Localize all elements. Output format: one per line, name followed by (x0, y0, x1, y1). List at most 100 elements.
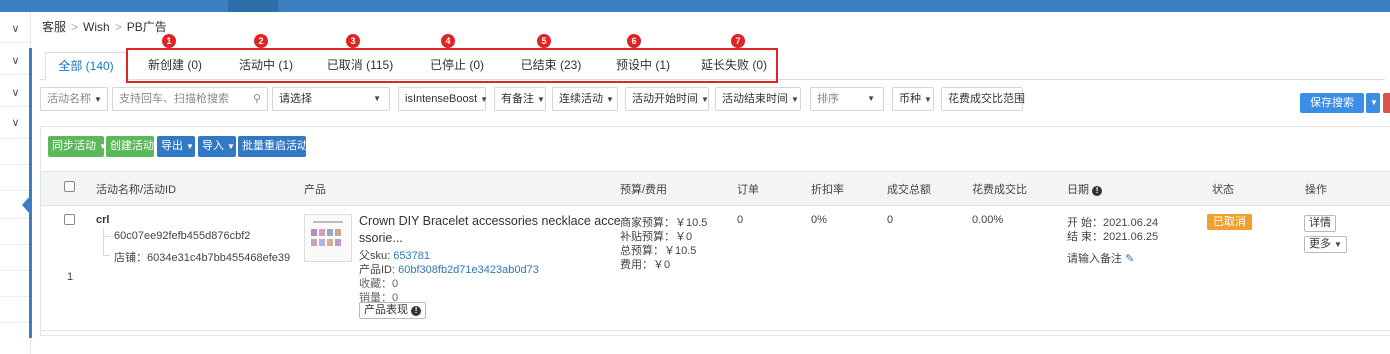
divider (0, 322, 31, 323)
product-title-cont: ssorie... (359, 231, 403, 245)
date-column-header: 日期 ! (1067, 181, 1103, 197)
tree-line (103, 255, 110, 256)
currency-dropdown[interactable]: 币种 ▼ (892, 87, 934, 111)
product-thumbnail[interactable] (304, 214, 352, 262)
campaign-id: 60c07ee92fefb455d876cbf2 (114, 230, 251, 242)
edit-icon[interactable]: ✎ (1125, 253, 1134, 265)
column-header: 成交总额 (887, 184, 931, 196)
tab-all[interactable]: 全部 (140) (45, 52, 127, 80)
breadcrumb-item: PB广告 (126, 20, 167, 34)
caret-down-icon: ▼ (924, 95, 932, 104)
table-header (41, 171, 1390, 206)
row-checkbox[interactable] (64, 214, 75, 225)
annotation-number: 2 (254, 34, 268, 48)
divider (0, 42, 31, 43)
select-dropdown[interactable]: 请选择 ▼ (272, 87, 390, 111)
note-input[interactable]: 请输入备注 ✎ (1067, 250, 1134, 266)
column-header: 状态 (1212, 184, 1234, 196)
breadcrumb-separator: > (71, 20, 79, 34)
dropdown-label: 活动开始时间 (632, 93, 698, 105)
red-action-button[interactable] (1383, 93, 1390, 113)
button-label: 更多 (1309, 238, 1331, 250)
info-icon: ! (411, 306, 422, 316)
end-time-dropdown[interactable]: 活动结束时间 ▼ (715, 87, 801, 111)
sync-campaign-button[interactable]: 同步活动 ▼ (48, 136, 107, 157)
batch-restart-button[interactable]: 批量重启活动 (238, 136, 308, 157)
dropdown-label: 有备注 (501, 93, 534, 105)
dropdown-label: 活动结束时间 (722, 93, 788, 105)
column-header: 折扣率 (811, 184, 844, 196)
more-dropdown[interactable]: 更多 ▼ (1304, 236, 1347, 253)
info-icon[interactable]: ! (1092, 186, 1103, 196)
details-button[interactable]: 详情 (1304, 215, 1336, 232)
has-note-dropdown[interactable]: 有备注 ▼ (494, 87, 546, 111)
divider (0, 218, 31, 219)
sidebar-collapse-bar (29, 48, 32, 338)
breadcrumb-separator: > (114, 20, 122, 34)
caret-down-icon: ▼ (701, 95, 709, 104)
search-input[interactable]: 支持回车、扫描枪搜索 ⚲ (112, 87, 268, 111)
intense-boost-dropdown[interactable]: isIntenseBoost ▼ (398, 87, 489, 111)
search-icon[interactable]: ⚲ (253, 88, 261, 110)
save-search-caret[interactable]: ▼ (1366, 93, 1380, 113)
campaign-name-dropdown[interactable]: 活动名称 ▼ (40, 87, 108, 111)
product-performance-button[interactable]: 产品表现 ! (359, 302, 427, 319)
top-navbar (0, 0, 1390, 12)
tree-line (103, 236, 110, 237)
product-image (311, 221, 343, 246)
end-date: 结 束：2021.06.25 (1067, 231, 1159, 243)
breadcrumb-item[interactable]: Wish (83, 20, 110, 34)
save-search-button[interactable]: 保存搜索 (1300, 93, 1364, 113)
product-title: Crown DIY Bracelet accessories necklace … (359, 214, 621, 228)
dropdown-label: isIntenseBoost (405, 93, 478, 105)
select-all-checkbox[interactable] (64, 181, 75, 192)
chevron-down-icon[interactable]: ∨ (0, 54, 31, 67)
caret-down-icon: ▼ (1334, 240, 1342, 249)
caret-down-icon: ▼ (537, 95, 545, 104)
caret-down-icon: ▼ (606, 95, 614, 104)
tree-line (103, 228, 104, 255)
column-header: 产品 (304, 184, 326, 196)
caret-down-icon: ▼ (373, 94, 381, 103)
caret-down-icon: ▼ (480, 95, 489, 104)
dropdown-label: 连续活动 (559, 93, 603, 105)
product-id-link[interactable]: 60bf308fb2d71e3423ab0d73 (398, 264, 539, 276)
top-nav-active-item[interactable] (228, 0, 278, 12)
sort-dropdown[interactable]: 排序 ▼ (810, 87, 884, 111)
select-label: 请选择 (279, 93, 312, 105)
caret-down-icon: ▼ (186, 142, 194, 151)
discount-value: 0% (811, 214, 827, 226)
export-button[interactable]: 导出 ▼ (157, 136, 195, 157)
divider (0, 190, 31, 191)
divider (0, 296, 31, 297)
chevron-down-icon[interactable]: ∨ (0, 86, 31, 99)
store-id: 店铺：6034e31c4b7bb455468efe39 (114, 252, 291, 264)
button-label: 导入 (202, 140, 224, 152)
column-header: 活动名称/活动ID (96, 184, 177, 196)
caret-down-icon: ▼ (227, 142, 235, 151)
import-button[interactable]: 导入 ▼ (198, 136, 236, 157)
highlight-box (126, 48, 778, 83)
ratio-range-button[interactable]: 花费成交比范围 (941, 87, 1025, 111)
chevron-down-icon[interactable]: ∨ (0, 22, 31, 35)
collapse-arrow-icon[interactable] (22, 196, 30, 214)
chevron-down-icon[interactable]: ∨ (0, 116, 31, 129)
continuous-dropdown[interactable]: 连续活动 ▼ (552, 87, 618, 111)
left-sidebar: ∨ ∨ ∨ ∨ (0, 12, 31, 354)
search-placeholder: 支持回车、扫描枪搜索 (119, 93, 229, 105)
button-label: 花费成交比范围 (948, 93, 1025, 105)
create-campaign-button[interactable]: 创建活动 (106, 136, 154, 157)
button-label: 保存搜索 (1310, 97, 1354, 109)
button-label: 导出 (161, 140, 183, 152)
status-badge: 已取消 (1207, 214, 1252, 230)
annotation-number: 5 (537, 34, 551, 48)
annotation-number: 3 (346, 34, 360, 48)
row-index: 1 (67, 271, 74, 283)
divider (0, 164, 31, 165)
divider (0, 138, 31, 139)
column-header: 花费成交比 (972, 184, 1027, 196)
column-header: 订单 (737, 184, 759, 196)
start-time-dropdown[interactable]: 活动开始时间 ▼ (625, 87, 709, 111)
annotation-number: 4 (441, 34, 455, 48)
breadcrumb-item[interactable]: 客服 (42, 20, 66, 34)
